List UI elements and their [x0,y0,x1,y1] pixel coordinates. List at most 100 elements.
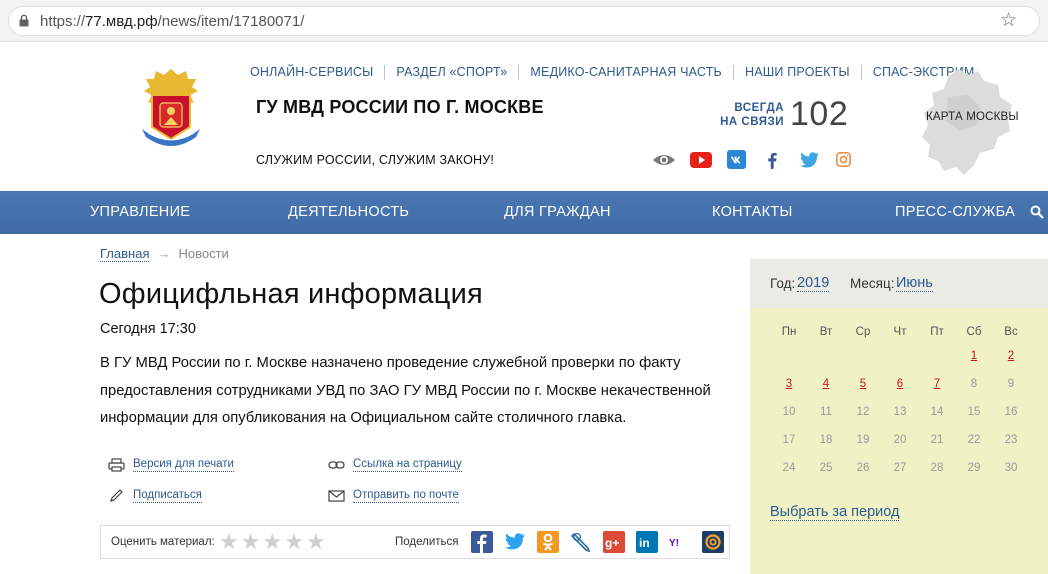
calendar-day[interactable]: 1 [959,350,989,362]
star-icon-1[interactable]: ★ [219,531,239,553]
month-select[interactable]: Июнь [896,275,933,292]
calendar-day: 8 [970,378,978,390]
share-livejournal-icon[interactable] [570,531,592,553]
vk-icon[interactable] [724,149,760,171]
star-icon-2[interactable]: ★ [241,531,261,553]
svg-text:Y!: Y! [669,538,679,549]
address-bar[interactable]: https://77.мвд.рф/news/item/17180071/ ☆ [8,6,1040,36]
top-links: ОНЛАЙН-СЕРВИСЫ РАЗДЕЛ «СПОРТ» МЕДИКО-САН… [250,65,986,80]
bookmark-star-icon[interactable]: ☆ [1000,11,1017,30]
nav-item-activity[interactable]: ДЕЯТЕЛЬНОСТЬ [288,204,409,220]
subscribe-label: Подписаться [133,489,202,503]
youtube-icon[interactable] [688,149,724,171]
star-icon-4[interactable]: ★ [284,531,304,553]
print-version-link[interactable]: Версия для печати [108,458,234,472]
calendar-day[interactable]: 5 [848,378,878,390]
news-calendar: Год: 2019 Месяц: Июнь Пн Вт Ср Чт Пт Сб Вс 1 2 3 4… [750,259,1048,574]
always-line-1: ВСЕГДА [734,102,784,114]
star-icon-3[interactable]: ★ [262,531,282,553]
url-text: https://77.мвд.рф/news/item/17180071/ [40,13,304,30]
calendar-day[interactable]: 6 [885,378,915,390]
twitter-icon[interactable] [796,149,832,171]
calendar-day[interactable]: 2 [996,350,1026,362]
breadcrumb-home[interactable]: Главная [100,246,150,262]
link-online-services[interactable]: ОНЛАЙН-СЕРВИСЫ [250,65,384,80]
site-header: ОНЛАЙН-СЕРВИСЫ РАЗДЕЛ «СПОРТ» МЕДИКО-САН… [0,43,1048,191]
always-online-label: ВСЕГДА НА СВЯЗИ [708,101,784,129]
calendar-day: 20 [893,434,907,446]
nav-item-citizens[interactable]: ДЛЯ ГРАЖДАН [504,204,611,220]
calendar-day: 22 [967,434,981,446]
link-medical-unit[interactable]: МЕДИКО-САНИТАРНАЯ ЧАСТЬ [518,65,733,80]
share-odnoklassniki-icon[interactable] [537,531,559,553]
mvd-emblem-logo[interactable] [134,65,208,149]
facebook-icon[interactable] [760,149,796,171]
eye-icon[interactable] [652,149,688,171]
always-line-2: НА СВЯЗИ [720,116,784,128]
svg-text:in: in [639,536,650,550]
weekday-header: Вт [819,326,833,338]
share-twitter-icon[interactable] [504,531,526,553]
send-email-link[interactable]: Отправить по почте [328,489,459,503]
calendar-day: 10 [782,406,796,418]
envelope-icon [328,490,345,502]
print-version-label: Версия для печати [133,458,234,472]
search-icon[interactable] [1030,205,1044,219]
link-our-projects[interactable]: НАШИ ПРОЕКТЫ [732,65,861,80]
calendar-day: 14 [930,406,944,418]
weekday-header: Пн [781,326,797,338]
share-label: Поделиться [395,536,459,548]
calendar-day: 30 [1004,462,1018,474]
calendar-day: 26 [856,462,870,474]
weekday-header: Ср [855,326,871,338]
link-sport-section[interactable]: РАЗДЕЛ «СПОРТ» [384,65,518,80]
year-label: Год: [770,276,796,291]
share-linkedin-icon[interactable]: in [636,531,658,553]
share-yahoo-icon[interactable]: Y! [669,531,691,553]
rating-label: Оценить материал: [111,536,215,548]
article-title: Официфльная информация [99,278,483,310]
instagram-icon[interactable] [832,149,868,171]
share-mailru-icon[interactable] [702,531,724,553]
calendar-day: 11 [820,406,832,418]
calendar-day: 15 [967,406,981,418]
lock-icon [19,14,29,27]
year-select[interactable]: 2019 [797,275,830,292]
nav-item-management[interactable]: УПРАВЛЕНИЕ [90,204,190,220]
url-host: 77.мвд.рф [85,13,158,30]
calendar-day: 13 [893,406,907,418]
rating-stars: ★ ★ ★ ★ ★ [219,531,326,553]
calendar-day: 24 [782,462,796,474]
weekday-header: Сб [966,326,982,338]
url-path: /news/item/17180071/ [157,13,305,30]
page-link[interactable]: Ссылка на страницу [328,458,462,472]
share-google-plus-icon[interactable]: g+ [603,531,625,553]
weekday-header: Пт [930,326,944,338]
calendar-day: 18 [819,434,833,446]
month-label: Месяц: [850,276,895,291]
calendar-day[interactable]: 7 [922,378,952,390]
breadcrumb-current: Новости [178,246,229,261]
main-nav: УПРАВЛЕНИЕ ДЕЯТЕЛЬНОСТЬ ДЛЯ ГРАЖДАН КОНТ… [0,191,1048,234]
calendar-header: Год: 2019 Месяц: Июнь [750,259,1048,308]
moscow-map-label[interactable]: КАРТА МОСКВЫ [926,111,1019,123]
share-facebook-icon[interactable] [471,531,493,553]
site-title[interactable]: ГУ МВД РОССИИ ПО Г. МОСКВЕ [256,97,544,118]
calendar-day: 28 [930,462,944,474]
nav-item-contacts[interactable]: КОНТАКТЫ [712,204,793,220]
subscribe-link[interactable]: Подписаться [108,489,202,503]
calendar-day: 23 [1004,434,1018,446]
star-icon-5[interactable]: ★ [306,531,326,553]
calendar-day: 27 [893,462,907,474]
page-link-label: Ссылка на страницу [353,458,462,472]
breadcrumb: Главная → Новости [100,246,229,262]
calendar-day: 21 [930,434,944,446]
calendar-day[interactable]: 3 [774,378,804,390]
emergency-phone: 102 [790,95,849,133]
printer-icon [108,458,125,472]
select-period-link[interactable]: Выбрать за период [770,504,900,521]
calendar-day[interactable]: 4 [811,378,841,390]
nav-item-press[interactable]: ПРЕСС-СЛУЖБА [895,204,1015,220]
browser-toolbar: https://77.мвд.рф/news/item/17180071/ ☆ [0,0,1048,42]
pencil-icon [110,489,123,502]
